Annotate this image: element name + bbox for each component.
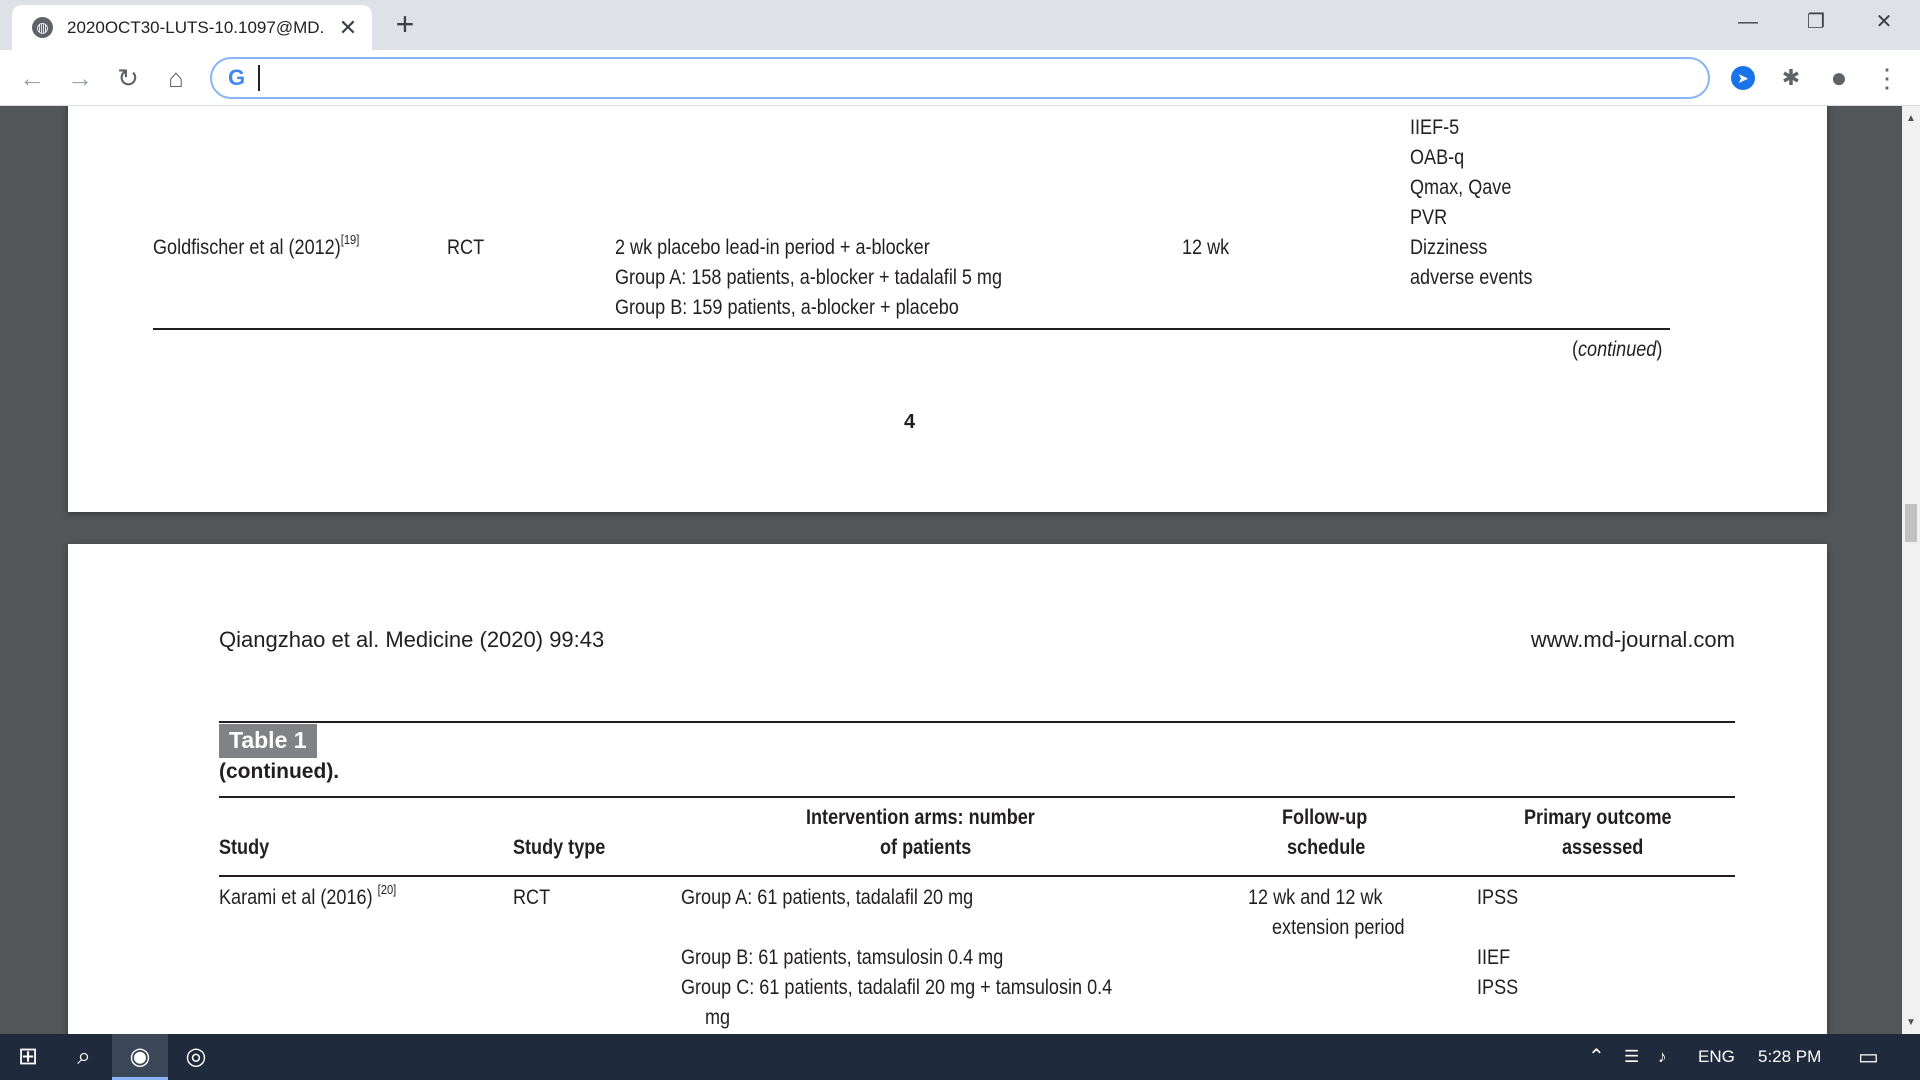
running-header-right: www.md-journal.com bbox=[1530, 627, 1735, 652]
column-header-outcome-2: assessed bbox=[1562, 836, 1644, 859]
arm-line: Group A: 158 patients, a-blocker + tadal… bbox=[615, 266, 1003, 289]
menu-icon[interactable]: ⋮ bbox=[1872, 63, 1902, 93]
study-name: Karami et al (2016) bbox=[219, 886, 373, 909]
column-header-study-type: Study type bbox=[513, 836, 606, 859]
pdf-page: Qiangzhao et al. Medicine (2020) 99:43 w… bbox=[68, 544, 1827, 1034]
google-icon: G bbox=[228, 65, 246, 90]
column-header-outcome: Primary outcome bbox=[1524, 806, 1672, 829]
pdf-viewer[interactable]: IIEF-5 OAB-q Qmax, Qave PVR Dizziness ad… bbox=[0, 106, 1920, 1034]
outcome-item: adverse events bbox=[1410, 266, 1533, 289]
followup-cell: 12 wk bbox=[1182, 236, 1230, 259]
vertical-scrollbar[interactable]: ▲ ▼ bbox=[1902, 106, 1920, 1034]
arm-line: Group C: 61 patients, tadalafil 20 mg + … bbox=[681, 976, 1113, 999]
continued-text: continued bbox=[1578, 338, 1657, 361]
windows-start-icon[interactable]: ⊞ bbox=[0, 1034, 56, 1080]
profile-icon[interactable]: ● bbox=[1824, 63, 1854, 93]
arm-line: 2 wk placebo lead-in period + a-blocker bbox=[615, 236, 930, 259]
scroll-down-arrow-icon[interactable]: ▼ bbox=[1902, 1014, 1920, 1032]
continued-note: (continued) bbox=[1572, 338, 1663, 361]
page-number: 4 bbox=[904, 411, 916, 433]
puzzle-icon[interactable]: ✱ bbox=[1776, 63, 1806, 93]
scroll-up-arrow-icon[interactable]: ▲ bbox=[1902, 110, 1920, 128]
arm-line: mg bbox=[705, 1006, 731, 1029]
cursor-extension-icon[interactable]: ➤ bbox=[1728, 63, 1758, 93]
arm-line: Group B: 159 patients, a-blocker + place… bbox=[615, 296, 959, 319]
forward-button[interactable]: → bbox=[62, 60, 98, 96]
followup-cell-2: extension period bbox=[1272, 916, 1405, 939]
close-window-button[interactable]: ✕ bbox=[1858, 0, 1910, 44]
globe-icon: ◍ bbox=[32, 17, 53, 38]
clock[interactable]: 5:28 PM bbox=[1758, 1034, 1821, 1080]
table-bottom-rule bbox=[153, 328, 1670, 330]
address-input[interactable] bbox=[258, 65, 1658, 91]
browser-tab[interactable]: ◍ 2020OCT30-LUTS-10.1097@MD. ✕ bbox=[12, 5, 372, 50]
back-button[interactable]: ← bbox=[14, 60, 50, 96]
media-app-taskbar-icon[interactable]: ◎ bbox=[168, 1034, 224, 1080]
study-name: Goldfischer et al (2012) bbox=[153, 236, 341, 259]
outcome-cell: IPSS bbox=[1477, 886, 1519, 909]
column-header-arms: Intervention arms: number bbox=[806, 806, 1035, 829]
running-header-left: Qiangzhao et al. Medicine (2020) 99:43 bbox=[219, 627, 605, 652]
outcome-item: Qmax, Qave bbox=[1410, 176, 1512, 199]
arm-line: Group A: 61 patients, tadalafil 20 mg bbox=[681, 886, 974, 909]
browser-toolbar: ← → ↻ ⌂ G ➤ ✱ ● ⋮ bbox=[0, 50, 1920, 106]
study-cell: Karami et al (2016) [20] bbox=[219, 882, 396, 910]
outcome-cell: IPSS bbox=[1477, 976, 1519, 999]
followup-cell: 12 wk and 12 wk bbox=[1248, 886, 1383, 909]
tab-title: 2020OCT30-LUTS-10.1097@MD. bbox=[67, 17, 325, 37]
reference-superscript: [19] bbox=[340, 232, 360, 247]
outcome-item: Dizziness bbox=[1410, 236, 1488, 259]
language-indicator[interactable]: ENG bbox=[1698, 1034, 1735, 1080]
column-header-arms-2: of patients bbox=[880, 836, 972, 859]
chrome-taskbar-icon[interactable]: ◉ bbox=[112, 1034, 168, 1080]
home-button[interactable]: ⌂ bbox=[158, 60, 194, 96]
volume-icon[interactable]: ♪ bbox=[1658, 1034, 1667, 1080]
outcome-cell: IIEF bbox=[1477, 946, 1511, 969]
arm-line: Group B: 61 patients, tamsulosin 0.4 mg bbox=[681, 946, 1004, 969]
column-header-study: Study bbox=[219, 836, 270, 859]
search-icon[interactable]: ⌕ bbox=[56, 1034, 112, 1080]
scrollbar-thumb[interactable] bbox=[1905, 504, 1917, 542]
header-top-rule bbox=[219, 796, 1735, 798]
outcome-item: OAB-q bbox=[1410, 146, 1465, 169]
notification-icon[interactable]: ▭ bbox=[1858, 1034, 1879, 1080]
column-header-followup: Follow-up bbox=[1282, 806, 1368, 829]
minimize-button[interactable]: — bbox=[1722, 0, 1774, 44]
study-cell: Goldfischer et al (2012)[19] bbox=[153, 232, 359, 260]
table-caption: (continued). bbox=[219, 760, 340, 783]
chevron-up-icon[interactable]: ⌃ bbox=[1588, 1034, 1605, 1080]
study-type-cell: RCT bbox=[513, 886, 551, 909]
address-bar[interactable]: G bbox=[210, 57, 1710, 99]
wifi-icon[interactable]: ☰ bbox=[1624, 1034, 1639, 1080]
table-label: Table 1 bbox=[219, 724, 317, 758]
outcome-item: IIEF-5 bbox=[1410, 116, 1460, 139]
restore-button[interactable]: ❐ bbox=[1790, 0, 1842, 44]
table-top-rule bbox=[219, 721, 1735, 723]
taskbar: ⊞ ⌕ ◉ ◎ ⌃ ☰ ♪ ENG 5:28 PM ▭ bbox=[0, 1034, 1920, 1080]
reference-superscript: [20] bbox=[377, 882, 397, 897]
column-header-followup-2: schedule bbox=[1287, 836, 1366, 859]
tab-strip: ◍ 2020OCT30-LUTS-10.1097@MD. ✕ + — ❐ ✕ bbox=[0, 0, 1920, 50]
tab-close-button[interactable]: ✕ bbox=[336, 16, 360, 40]
new-tab-button[interactable]: + bbox=[391, 8, 419, 40]
study-type-cell: RCT bbox=[447, 236, 485, 259]
header-bottom-rule bbox=[219, 875, 1735, 877]
pdf-page: IIEF-5 OAB-q Qmax, Qave PVR Dizziness ad… bbox=[68, 106, 1827, 512]
reload-button[interactable]: ↻ bbox=[110, 60, 146, 96]
outcome-item: PVR bbox=[1410, 206, 1448, 229]
